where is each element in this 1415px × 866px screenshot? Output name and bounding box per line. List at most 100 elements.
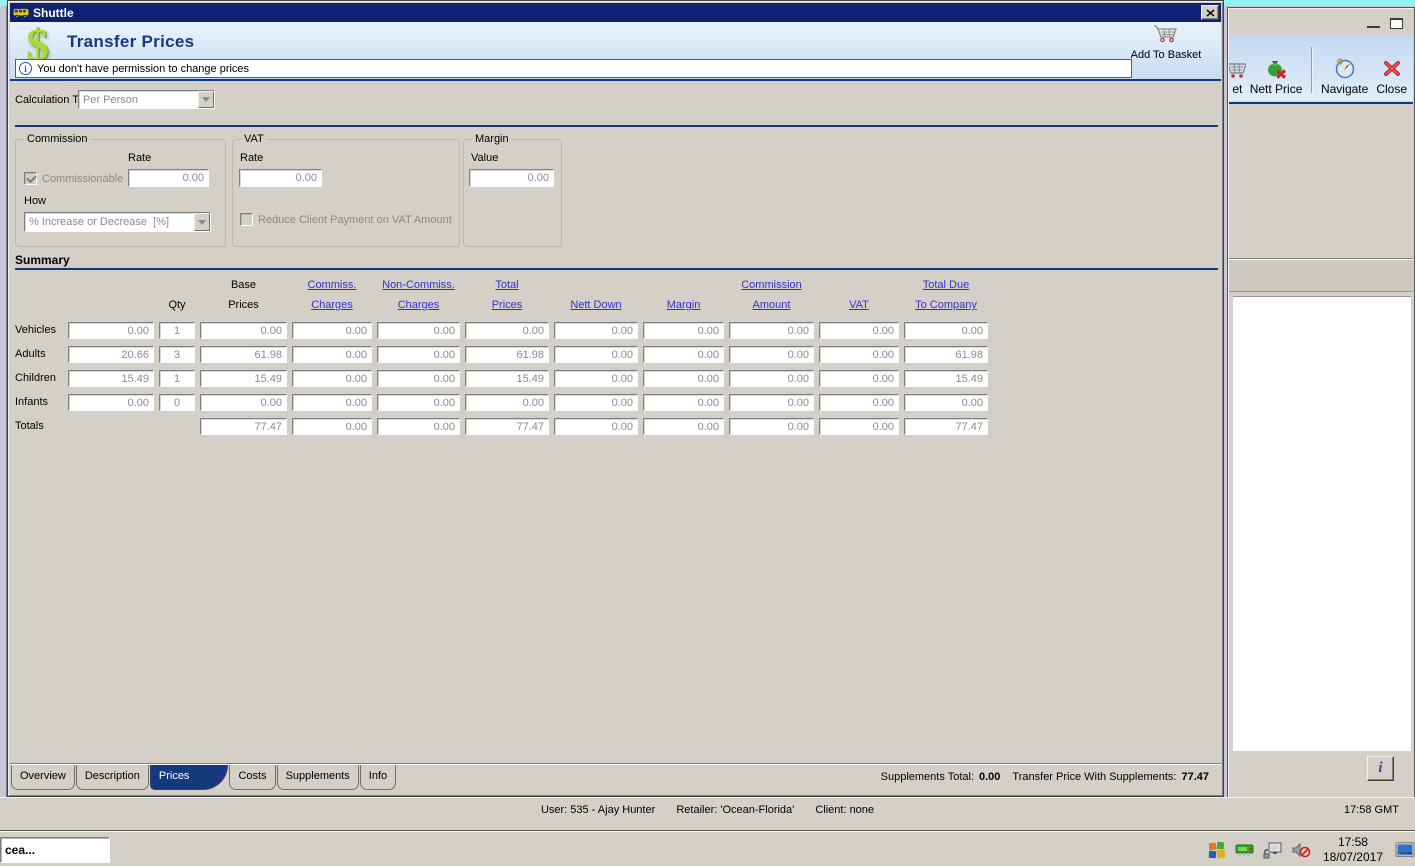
minimize-icon[interactable] <box>1367 18 1380 28</box>
summary-field-infants-vat[interactable]: 0.00 <box>819 394 899 411</box>
summary-field-totals-non-commiss-charges[interactable]: 0.00 <box>377 418 460 435</box>
summary-field-totals-nett-down[interactable]: 0.00 <box>554 418 638 435</box>
summary-field-children-total-prices[interactable]: 15.49 <box>465 370 549 387</box>
antivirus-tray-icon[interactable] <box>1207 840 1227 860</box>
summary-field-infants-qty[interactable]: 0 <box>159 394 195 411</box>
add-to-basket-button[interactable]: Add To Basket <box>1120 24 1212 61</box>
reduce-vat-label: Reduce Client Payment on VAT Amount <box>258 214 452 226</box>
tab-prices[interactable]: Prices <box>150 765 229 790</box>
summary-field-infants-margin[interactable]: 0.00 <box>643 394 724 411</box>
display-tray-icon[interactable] <box>1395 840 1415 860</box>
summary-field-totals-commiss-charges[interactable]: 0.00 <box>292 418 372 435</box>
summary-field-totals-total-due[interactable]: 77.47 <box>904 418 988 435</box>
network-card-tray-icon[interactable] <box>1235 840 1255 860</box>
summary-field-adults-commission-amount[interactable]: 0.00 <box>729 346 814 363</box>
summary-field-vehicles-qty[interactable]: 1 <box>159 322 195 339</box>
summary-col-non-commiss-charges-line1[interactable]: Non-Commiss. <box>377 275 460 295</box>
summary-field-totals-base-prices[interactable]: 77.47 <box>200 418 287 435</box>
tab-overview[interactable]: Overview <box>11 765 75 790</box>
chevron-down-icon[interactable] <box>198 91 214 108</box>
summary-field-infants-base-prices[interactable]: 0.00 <box>200 394 287 411</box>
summary-field-children-nett-down[interactable]: 0.00 <box>554 370 638 387</box>
summary-field-vehicles-non-commiss-charges[interactable]: 0.00 <box>377 322 460 339</box>
summary-field-adults-unit[interactable]: 20.66 <box>68 346 154 363</box>
calculation-type-select[interactable]: Per Person <box>78 90 215 109</box>
summary-field-totals-vat[interactable]: 0.00 <box>819 418 899 435</box>
summary-col-margin-line2[interactable]: Margin <box>643 295 724 315</box>
margin-value-field[interactable]: 0.00 <box>469 169 554 187</box>
info-button[interactable]: i <box>1367 756 1394 781</box>
summary-col-total-prices-line2[interactable]: Prices <box>465 295 549 315</box>
commissionable-checkbox[interactable] <box>24 172 37 185</box>
commission-rate-field[interactable]: 0.00 <box>128 169 209 187</box>
summary-field-children-commiss-charges[interactable]: 0.00 <box>292 370 372 387</box>
commission-how-value: % Increase or Decrease [%] <box>25 216 194 228</box>
price-with-supplements-value: 77.47 <box>1181 771 1209 783</box>
summary-field-vehicles-unit[interactable]: 0.00 <box>68 322 154 339</box>
summary-col-commiss-charges-line1[interactable]: Commiss. <box>292 275 372 295</box>
tab-info[interactable]: Info <box>360 765 396 790</box>
summary-field-vehicles-total-prices[interactable]: 0.00 <box>465 322 549 339</box>
summary-field-infants-commission-amount[interactable]: 0.00 <box>729 394 814 411</box>
summary-field-vehicles-nett-down[interactable]: 0.00 <box>554 322 638 339</box>
maximize-icon[interactable] <box>1390 18 1403 29</box>
tab-supplements[interactable]: Supplements <box>277 765 359 790</box>
summary-col-commission-amount-line2[interactable]: Amount <box>729 295 814 315</box>
summary-field-vehicles-commission-amount[interactable]: 0.00 <box>729 322 814 339</box>
commission-how-select[interactable]: % Increase or Decrease [%] <box>24 212 211 232</box>
summary-field-children-qty[interactable]: 1 <box>159 370 195 387</box>
close-button[interactable]: Close <box>1372 42 1411 98</box>
summary-field-infants-non-commiss-charges[interactable]: 0.00 <box>377 394 460 411</box>
muted-speaker-tray-icon[interactable] <box>1291 840 1311 860</box>
summary-field-children-vat[interactable]: 0.00 <box>819 370 899 387</box>
summary-field-adults-total-due[interactable]: 61.98 <box>904 346 988 363</box>
summary-field-adults-base-prices[interactable]: 61.98 <box>200 346 287 363</box>
summary-field-infants-nett-down[interactable]: 0.00 <box>554 394 638 411</box>
summary-field-vehicles-margin[interactable]: 0.00 <box>643 322 724 339</box>
reduce-vat-checkbox[interactable] <box>240 213 253 226</box>
summary-field-infants-total-prices[interactable]: 0.00 <box>465 394 549 411</box>
summary-field-vehicles-commiss-charges[interactable]: 0.00 <box>292 322 372 339</box>
summary-field-children-unit[interactable]: 15.49 <box>68 370 154 387</box>
summary-field-totals-margin[interactable]: 0.00 <box>643 418 724 435</box>
system-tray: 17:58 18/07/2017 <box>1203 835 1415 865</box>
tab-description[interactable]: Description <box>76 765 149 790</box>
navigate-button[interactable]: Navigate <box>1317 42 1372 98</box>
summary-field-totals-commission-amount[interactable]: 0.00 <box>729 418 814 435</box>
summary-field-children-total-due[interactable]: 15.49 <box>904 370 988 387</box>
summary-field-adults-nett-down[interactable]: 0.00 <box>554 346 638 363</box>
summary-field-adults-non-commiss-charges[interactable]: 0.00 <box>377 346 460 363</box>
summary-col-nett-down-line2[interactable]: Nett Down <box>554 295 638 315</box>
summary-col-total-due-line1[interactable]: Total Due <box>904 275 988 295</box>
tab-costs[interactable]: Costs <box>229 765 275 790</box>
vat-rate-field[interactable]: 0.00 <box>239 169 322 187</box>
summary-col-commiss-charges-line2[interactable]: Charges <box>292 295 372 315</box>
summary-field-vehicles-base-prices[interactable]: 0.00 <box>200 322 287 339</box>
summary-field-adults-total-prices[interactable]: 61.98 <box>465 346 549 363</box>
summary-field-children-margin[interactable]: 0.00 <box>643 370 724 387</box>
summary-field-children-commission-amount[interactable]: 0.00 <box>729 370 814 387</box>
summary-field-infants-unit[interactable]: 0.00 <box>68 394 154 411</box>
summary-field-adults-commiss-charges[interactable]: 0.00 <box>292 346 372 363</box>
summary-field-infants-total-due[interactable]: 0.00 <box>904 394 988 411</box>
summary-col-total-due-line2[interactable]: To Company <box>904 295 988 315</box>
dialog-close-button[interactable] <box>1201 5 1219 20</box>
summary-col-non-commiss-charges-line2[interactable]: Charges <box>377 295 460 315</box>
summary-field-infants-commiss-charges[interactable]: 0.00 <box>292 394 372 411</box>
summary-field-children-base-prices[interactable]: 15.49 <box>200 370 287 387</box>
summary-col-total-prices-line1[interactable]: Total <box>465 275 549 295</box>
chevron-down-icon[interactable] <box>194 213 210 231</box>
summary-field-vehicles-vat[interactable]: 0.00 <box>819 322 899 339</box>
summary-field-totals-total-prices[interactable]: 77.47 <box>465 418 549 435</box>
summary-field-children-non-commiss-charges[interactable]: 0.00 <box>377 370 460 387</box>
summary-col-vat-line2[interactable]: VAT <box>819 295 899 315</box>
summary-field-adults-vat[interactable]: 0.00 <box>819 346 899 363</box>
taskbar-task-button[interactable]: cea... <box>0 837 110 863</box>
connection-tray-icon[interactable] <box>1263 840 1283 860</box>
summary-field-adults-qty[interactable]: 3 <box>159 346 195 363</box>
nett-price-button[interactable]: Nett Price <box>1246 42 1307 98</box>
summary-field-vehicles-total-due[interactable]: 0.00 <box>904 322 988 339</box>
basket-button-clipped[interactable]: et <box>1229 42 1246 98</box>
summary-col-commission-amount-line1[interactable]: Commission <box>729 275 814 295</box>
summary-field-adults-margin[interactable]: 0.00 <box>643 346 724 363</box>
